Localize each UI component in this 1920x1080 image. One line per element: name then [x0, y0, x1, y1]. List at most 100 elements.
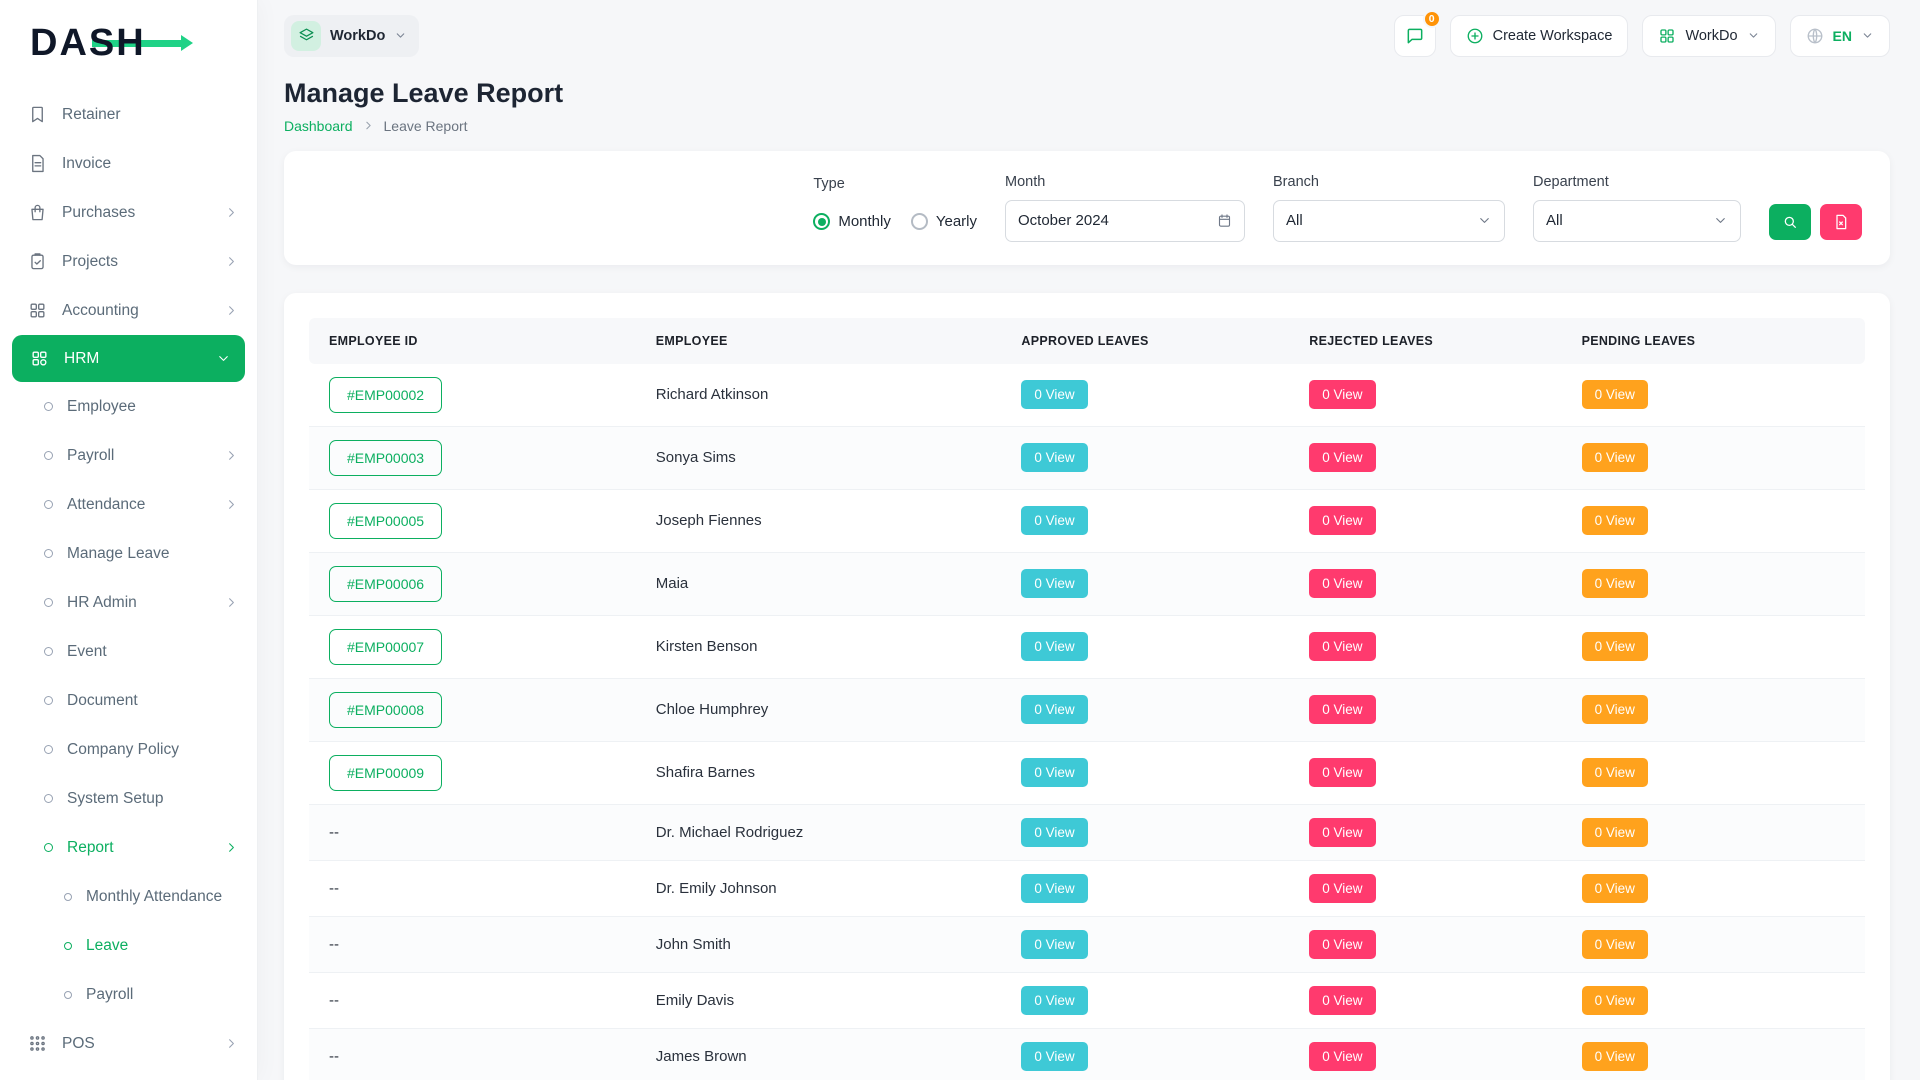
month-input[interactable]: October 2024	[1005, 200, 1245, 242]
logo-text: DASH	[30, 22, 146, 65]
chevron-down-icon	[1861, 29, 1874, 42]
pending-leaves-badge[interactable]: 0 View	[1582, 874, 1648, 903]
app: DASH RetainerInvoicePurchasesProjectsAcc…	[0, 0, 1920, 1080]
pending-leaves-badge[interactable]: 0 View	[1582, 380, 1648, 409]
sidebar-item-accounting[interactable]: Accounting	[0, 286, 257, 335]
approved-leaves-badge[interactable]: 0 View	[1021, 1042, 1087, 1071]
rejected-leaves-badge[interactable]: 0 View	[1309, 632, 1375, 661]
radio-option-yearly[interactable]: Yearly	[911, 213, 977, 230]
pending-leaves-badge[interactable]: 0 View	[1582, 758, 1648, 787]
approved-leaves-badge[interactable]: 0 View	[1021, 986, 1087, 1015]
bullet-icon	[44, 696, 53, 705]
messages-button[interactable]: 0	[1394, 15, 1436, 57]
approved-leaves-badge[interactable]: 0 View	[1021, 443, 1087, 472]
rejected-leaves-badge[interactable]: 0 View	[1309, 930, 1375, 959]
approved-leaves-badge[interactable]: 0 View	[1021, 506, 1087, 535]
department-label: Department	[1533, 174, 1741, 190]
sidebar-item-hr-admin[interactable]: HR Admin	[0, 578, 257, 627]
export-button[interactable]	[1820, 204, 1862, 240]
branch-select[interactable]: All	[1273, 200, 1505, 242]
rejected-leaves-badge[interactable]: 0 View	[1309, 380, 1375, 409]
breadcrumb-current: Leave Report	[384, 118, 468, 134]
rejected-leaves-badge[interactable]: 0 View	[1309, 569, 1375, 598]
approved-leaves-badge[interactable]: 0 View	[1021, 818, 1087, 847]
table-body: #EMP00002Richard Atkinson0 View0 View0 V…	[309, 364, 1865, 1080]
employee-name: James Brown	[636, 1035, 1002, 1078]
sidebar-item-system-setup[interactable]: System Setup	[0, 774, 257, 823]
calendar-icon	[1217, 213, 1232, 228]
radio-yearly[interactable]	[911, 213, 928, 230]
employee-id-button[interactable]: #EMP00005	[329, 503, 442, 539]
table-row: --John Smith0 View0 View0 View	[309, 917, 1865, 973]
sidebar-item-leave[interactable]: Leave	[0, 921, 257, 970]
rejected-leaves-badge[interactable]: 0 View	[1309, 695, 1375, 724]
radio-monthly[interactable]	[813, 213, 830, 230]
employee-id-button[interactable]: #EMP00003	[329, 440, 442, 476]
logo[interactable]: DASH	[0, 0, 257, 86]
approved-leaves-badge[interactable]: 0 View	[1021, 380, 1087, 409]
sidebar-item-projects[interactable]: Projects	[0, 237, 257, 286]
bullet-icon	[44, 843, 53, 852]
approved-leaves-badge[interactable]: 0 View	[1021, 758, 1087, 787]
main-area: WorkDo 0 Create Workspace	[258, 0, 1920, 1080]
employee-id-button[interactable]: #EMP00009	[329, 755, 442, 791]
sidebar-item-report[interactable]: Report	[0, 823, 257, 872]
column-header-approved-leaves: APPROVED LEAVES	[1001, 318, 1289, 364]
employee-id-button[interactable]: #EMP00008	[329, 692, 442, 728]
sidebar-item-event[interactable]: Event	[0, 627, 257, 676]
approved-leaves-badge[interactable]: 0 View	[1021, 695, 1087, 724]
approved-leaves-badge[interactable]: 0 View	[1021, 874, 1087, 903]
sidebar-item-pos[interactable]: POS	[0, 1019, 257, 1068]
rejected-leaves-badge[interactable]: 0 View	[1309, 506, 1375, 535]
approved-leaves-badge[interactable]: 0 View	[1021, 930, 1087, 959]
bullet-icon	[44, 402, 53, 411]
rejected-leaves-badge[interactable]: 0 View	[1309, 758, 1375, 787]
sidebar-item-company-policy[interactable]: Company Policy	[0, 725, 257, 774]
sidebar-item-document[interactable]: Document	[0, 676, 257, 725]
bullet-icon	[44, 647, 53, 656]
employee-id-button[interactable]: #EMP00002	[329, 377, 442, 413]
rejected-leaves-badge[interactable]: 0 View	[1309, 1042, 1375, 1071]
sidebar-item-label: Employee	[67, 398, 136, 416]
language-selector[interactable]: EN	[1790, 15, 1890, 57]
pending-leaves-badge[interactable]: 0 View	[1582, 818, 1648, 847]
rejected-leaves-badge[interactable]: 0 View	[1309, 818, 1375, 847]
sidebar-item-invoice[interactable]: Invoice	[0, 139, 257, 188]
column-header-pending-leaves: PENDING LEAVES	[1562, 318, 1865, 364]
sidebar-item-hrm[interactable]: HRM	[12, 335, 245, 382]
sidebar-item-attendance[interactable]: Attendance	[0, 480, 257, 529]
employee-id-button[interactable]: #EMP00007	[329, 629, 442, 665]
approved-leaves-badge[interactable]: 0 View	[1021, 569, 1087, 598]
radio-option-monthly[interactable]: Monthly	[813, 213, 891, 230]
approved-leaves-badge[interactable]: 0 View	[1021, 632, 1087, 661]
employee-id-button[interactable]: #EMP00006	[329, 566, 442, 602]
sidebar-item-manage-leave[interactable]: Manage Leave	[0, 529, 257, 578]
rejected-leaves-badge[interactable]: 0 View	[1309, 443, 1375, 472]
pending-leaves-badge[interactable]: 0 View	[1582, 695, 1648, 724]
pending-leaves-badge[interactable]: 0 View	[1582, 569, 1648, 598]
sidebar-item-employee[interactable]: Employee	[0, 382, 257, 431]
apps-menu-button[interactable]: WorkDo	[1642, 15, 1775, 57]
sidebar-item-purchases[interactable]: Purchases	[0, 188, 257, 237]
type-label: Type	[813, 176, 977, 192]
search-button[interactable]	[1769, 204, 1811, 240]
pending-leaves-badge[interactable]: 0 View	[1582, 986, 1648, 1015]
pending-leaves-badge[interactable]: 0 View	[1582, 443, 1648, 472]
sidebar-item-payroll[interactable]: Payroll	[0, 431, 257, 480]
pending-leaves-badge[interactable]: 0 View	[1582, 632, 1648, 661]
bullet-icon	[44, 745, 53, 754]
sidebar: DASH RetainerInvoicePurchasesProjectsAcc…	[0, 0, 258, 1080]
department-select[interactable]: All	[1533, 200, 1741, 242]
pending-leaves-badge[interactable]: 0 View	[1582, 1042, 1648, 1071]
create-workspace-button[interactable]: Create Workspace	[1450, 15, 1629, 57]
sidebar-item-retainer[interactable]: Retainer	[0, 90, 257, 139]
sidebar-item-monthly-attendance[interactable]: Monthly Attendance	[0, 872, 257, 921]
employee-name: Sonya Sims	[636, 436, 1002, 479]
rejected-leaves-badge[interactable]: 0 View	[1309, 874, 1375, 903]
breadcrumb-dashboard-link[interactable]: Dashboard	[284, 118, 353, 134]
pending-leaves-badge[interactable]: 0 View	[1582, 930, 1648, 959]
workspace-switcher[interactable]: WorkDo	[284, 15, 419, 57]
rejected-leaves-badge[interactable]: 0 View	[1309, 986, 1375, 1015]
pending-leaves-badge[interactable]: 0 View	[1582, 506, 1648, 535]
sidebar-item-payroll[interactable]: Payroll	[0, 970, 257, 1019]
